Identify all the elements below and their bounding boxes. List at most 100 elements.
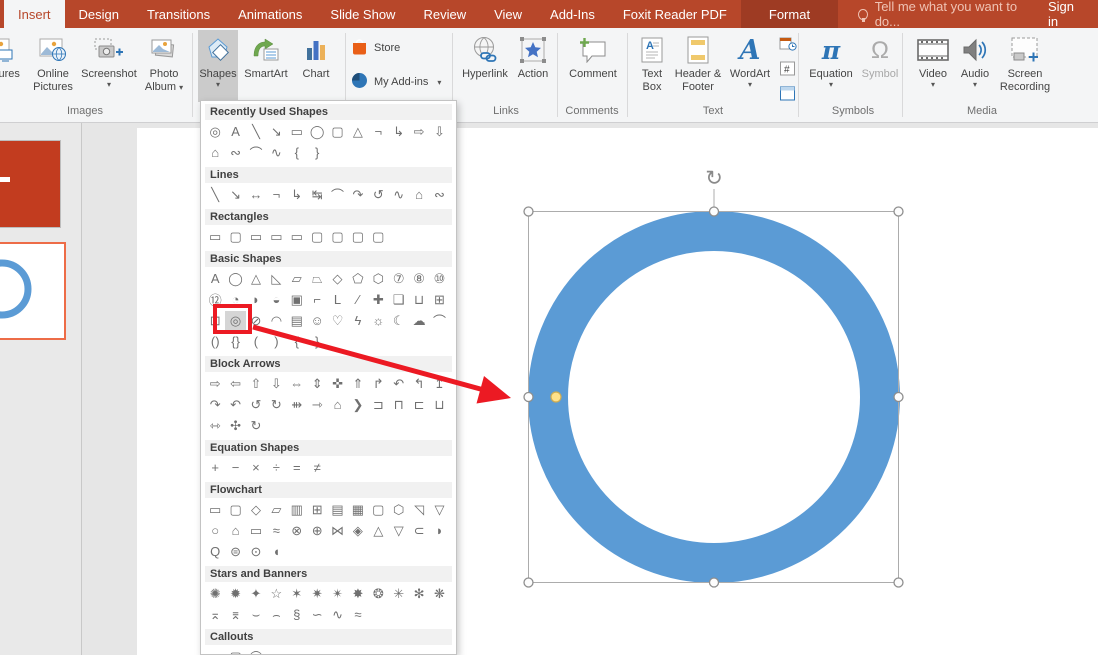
shape-right-brace[interactable]: } — [307, 143, 327, 163]
shape-double-brace[interactable]: {} — [225, 332, 245, 352]
shape-terminator[interactable]: ▢ — [368, 500, 388, 520]
shape-wave[interactable]: ∿ — [327, 605, 347, 625]
shape-document[interactable]: ▤ — [327, 500, 347, 520]
shape-snip-same-side-corner-rectangle[interactable]: ▭ — [266, 227, 286, 247]
action-button[interactable]: Action — [513, 30, 553, 102]
shape-down-arrow[interactable]: ⇩ — [266, 374, 286, 394]
shape-pentagon-arrow[interactable]: ⌂ — [327, 395, 347, 415]
resize-handle-e[interactable] — [894, 393, 903, 402]
shape-snip-diagonal-corner-rectangle[interactable]: ▭ — [287, 227, 307, 247]
shape-striped-right-arrow[interactable]: ⇻ — [287, 395, 307, 415]
shape-collate[interactable]: ⋈ — [327, 521, 347, 541]
shape-lightning-bolt[interactable]: ϟ — [348, 311, 368, 331]
shape-donut[interactable]: ◎ — [205, 122, 225, 142]
shape-connector[interactable]: ○ — [205, 521, 225, 541]
shape-double-bracket[interactable]: () — [205, 332, 225, 352]
tab-add-ins[interactable]: Add-Ins — [536, 0, 609, 28]
shape-line-callout-2-border-accent-bar[interactable]: ¬ — [429, 647, 449, 655]
shape-line-arrow[interactable]: ↘ — [266, 122, 286, 142]
shape-pie[interactable]: ◔ — [225, 290, 245, 310]
shape-decision[interactable]: ◇ — [246, 500, 266, 520]
shape-star-24-point[interactable]: ✻ — [409, 584, 429, 604]
shape-right-brace[interactable]: } — [307, 332, 327, 352]
resize-handle-n[interactable] — [710, 207, 719, 216]
shape-direct-access-storage[interactable]: ⊙ — [246, 542, 266, 562]
shape-star-32-point[interactable]: ❋ — [429, 584, 449, 604]
shape-vertical-scroll[interactable]: § — [287, 605, 307, 625]
shape-round-same-side-corner-rectangle[interactable]: ▢ — [348, 227, 368, 247]
tab-view[interactable]: View — [480, 0, 536, 28]
shape-circular-arrow[interactable]: ↻ — [246, 416, 266, 436]
shape-donut[interactable]: ◎ — [225, 311, 245, 331]
shape-plaque[interactable]: ❑ — [389, 290, 409, 310]
shape-magnetic-disk[interactable]: ⊜ — [225, 542, 245, 562]
shape-curved-up-ribbon[interactable]: ⌣ — [246, 605, 266, 625]
shape-chord[interactable]: ◗ — [246, 290, 266, 310]
shape-hexagon[interactable]: ⬡ — [368, 269, 388, 289]
shape-line-callout-1-accent-bar[interactable]: ⌐ — [348, 647, 368, 655]
shape-curved-down-arrow[interactable]: ↻ — [266, 395, 286, 415]
sign-in-button[interactable]: Sign in — [1032, 0, 1098, 28]
shape-line-arrow[interactable]: ↘ — [225, 185, 245, 205]
shape-heptagon[interactable]: ⑦ — [389, 269, 409, 289]
shape-extract[interactable]: △ — [368, 521, 388, 541]
header-footer-button[interactable]: Header & Footer — [671, 30, 725, 102]
resize-handle-se[interactable] — [894, 578, 903, 587]
shape-alternate-process[interactable]: ▢ — [225, 500, 245, 520]
shape-bevel[interactable]: ⊡ — [205, 311, 225, 331]
comment-button[interactable]: Comment — [564, 30, 622, 102]
shape-not-equal[interactable]: ≠ — [307, 458, 327, 478]
shape-double-wave[interactable]: ≈ — [348, 605, 368, 625]
shape-moon[interactable]: ☾ — [389, 311, 409, 331]
shape-regular-pentagon[interactable]: ⬠ — [348, 269, 368, 289]
shape-right-arrow[interactable]: ⇨ — [205, 374, 225, 394]
shape-down-arrow[interactable]: ⇩ — [429, 122, 449, 142]
my-add-ins-button[interactable]: My Add-ins ▾ — [351, 72, 441, 92]
shape-elbow-connector[interactable]: ¬ — [266, 185, 286, 205]
shape-data[interactable]: ▱ — [266, 500, 286, 520]
shape-trapezoid[interactable]: ⏢ — [307, 269, 327, 289]
shape-no-symbol[interactable]: ⊘ — [246, 311, 266, 331]
shape-display[interactable]: ◖ — [266, 542, 286, 562]
adjustment-handle-yellow[interactable] — [551, 392, 561, 402]
shape-cube[interactable]: ⊞ — [429, 290, 449, 310]
shape-oval[interactable]: ◯ — [225, 269, 245, 289]
shape-half-frame[interactable]: ⌐ — [307, 290, 327, 310]
shape-teardrop[interactable]: ◒ — [266, 290, 286, 310]
shape-sort[interactable]: ◈ — [348, 521, 368, 541]
slide-thumbnail-2-selected[interactable] — [0, 242, 66, 340]
shape-cloud[interactable]: ☁ — [409, 311, 429, 331]
shape-horizontal-scroll[interactable]: ∽ — [307, 605, 327, 625]
object-button[interactable] — [777, 84, 799, 102]
tab-design[interactable]: Design — [65, 0, 133, 28]
video-button[interactable]: Video ▾ — [914, 30, 952, 102]
resize-handle-nw[interactable] — [524, 207, 533, 216]
shape-right-arrow-callout[interactable]: ⊐ — [368, 395, 388, 415]
shape-line-callout-1[interactable]: ⌐ — [287, 647, 307, 655]
shape-freeform[interactable]: ⌂ — [409, 185, 429, 205]
shape-curve[interactable]: ∿ — [389, 185, 409, 205]
shape-preparation[interactable]: ⬡ — [389, 500, 409, 520]
shape-left-arrow-callout[interactable]: ⊏ — [409, 395, 429, 415]
shape-left-up-arrow[interactable]: ↰ — [409, 374, 429, 394]
shape-multiplication[interactable]: × — [246, 458, 266, 478]
shape-left-right-arrow-callout[interactable]: ⇿ — [205, 416, 225, 436]
shape-text-box[interactable]: A — [225, 122, 245, 142]
date-time-button[interactable] — [777, 34, 799, 52]
shape-rounded-rectangle[interactable]: ▢ — [225, 227, 245, 247]
shape-l-shape[interactable]: L — [327, 290, 347, 310]
slide-number-button[interactable]: # — [777, 59, 799, 77]
shape-octagon[interactable]: ⑧ — [409, 269, 429, 289]
shape-diagonal-stripe[interactable]: ⁄ — [348, 290, 368, 310]
shape-punched-tape[interactable]: ≈ — [266, 521, 286, 541]
shape-bent-arrow[interactable]: ↱ — [368, 374, 388, 394]
shape-predefined-process[interactable]: ▥ — [287, 500, 307, 520]
shape-arc[interactable]: ⌒ — [246, 143, 266, 163]
shape-stored-data[interactable]: ⊂ — [409, 521, 429, 541]
tab-format[interactable]: Format — [741, 0, 838, 28]
tab-foxit-reader-pdf[interactable]: Foxit Reader PDF — [609, 0, 741, 28]
shape-isosceles-triangle[interactable]: △ — [246, 269, 266, 289]
shape-up-arrow[interactable]: ⇧ — [246, 374, 266, 394]
shape-left-bracket[interactable]: ( — [246, 332, 266, 352]
shape-arc[interactable]: ⌒ — [429, 311, 449, 331]
